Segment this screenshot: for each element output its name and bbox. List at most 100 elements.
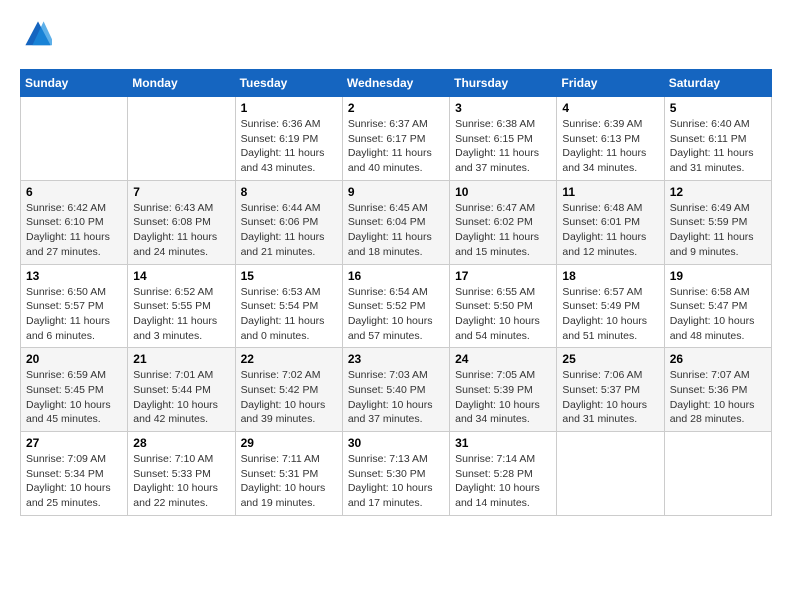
- calendar-cell: 14Sunrise: 6:52 AMSunset: 5:55 PMDayligh…: [128, 264, 235, 348]
- day-info: Sunrise: 6:53 AMSunset: 5:54 PMDaylight:…: [241, 285, 337, 344]
- day-info: Sunrise: 7:01 AMSunset: 5:44 PMDaylight:…: [133, 368, 229, 427]
- day-info: Sunrise: 6:49 AMSunset: 5:59 PMDaylight:…: [670, 201, 766, 260]
- calendar-cell: 6 Sunrise: 6:42 AMSunset: 6:10 PMDaylight…: [21, 180, 128, 264]
- logo-icon: [24, 20, 52, 48]
- day-number: 28: [133, 436, 229, 450]
- day-number: 10: [455, 185, 551, 199]
- day-info: Sunrise: 6:59 AMSunset: 5:45 PMDaylight:…: [26, 368, 122, 427]
- day-info: Sunrise: 6:40 AMSunset: 6:11 PMDaylight:…: [670, 117, 766, 176]
- day-number: 19: [670, 269, 766, 283]
- day-info: Sunrise: 6:47 AMSunset: 6:02 PMDaylight:…: [455, 201, 551, 260]
- weekday-header-wednesday: Wednesday: [342, 70, 449, 97]
- day-info: Sunrise: 7:11 AMSunset: 5:31 PMDaylight:…: [241, 452, 337, 511]
- day-info: Sunrise: 6:54 AMSunset: 5:52 PMDaylight:…: [348, 285, 444, 344]
- day-info: Sunrise: 7:10 AMSunset: 5:33 PMDaylight:…: [133, 452, 229, 511]
- day-info: Sunrise: 6:45 AMSunset: 6:04 PMDaylight:…: [348, 201, 444, 260]
- day-number: 13: [26, 269, 122, 283]
- calendar-cell: 17Sunrise: 6:55 AMSunset: 5:50 PMDayligh…: [450, 264, 557, 348]
- day-number: 23: [348, 352, 444, 366]
- calendar-cell: 26 Sunrise: 7:07 AMSunset: 5:36 PMDayligh…: [664, 348, 771, 432]
- weekday-header-saturday: Saturday: [664, 70, 771, 97]
- page-header: [20, 20, 772, 53]
- calendar-cell: 5 Sunrise: 6:40 AMSunset: 6:11 PMDaylight…: [664, 97, 771, 181]
- day-number: 4: [562, 101, 658, 115]
- day-info: Sunrise: 7:06 AMSunset: 5:37 PMDaylight:…: [562, 368, 658, 427]
- day-info: Sunrise: 6:42 AMSunset: 6:10 PMDaylight:…: [26, 201, 122, 260]
- weekday-header-tuesday: Tuesday: [235, 70, 342, 97]
- day-number: 25: [562, 352, 658, 366]
- day-info: Sunrise: 6:50 AMSunset: 5:57 PMDaylight:…: [26, 285, 122, 344]
- day-number: 29: [241, 436, 337, 450]
- day-number: 24: [455, 352, 551, 366]
- day-number: 9: [348, 185, 444, 199]
- calendar-week-5: 27 Sunrise: 7:09 AMSunset: 5:34 PMDayligh…: [21, 432, 772, 516]
- calendar-cell: 19 Sunrise: 6:58 AMSunset: 5:47 PMDayligh…: [664, 264, 771, 348]
- calendar-cell: 24 Sunrise: 7:05 AMSunset: 5:39 PMDayligh…: [450, 348, 557, 432]
- day-info: Sunrise: 6:36 AMSunset: 6:19 PMDaylight:…: [241, 117, 337, 176]
- day-info: Sunrise: 7:05 AMSunset: 5:39 PMDaylight:…: [455, 368, 551, 427]
- calendar-cell: [128, 97, 235, 181]
- calendar-cell: 1Sunrise: 6:36 AMSunset: 6:19 PMDaylight…: [235, 97, 342, 181]
- day-number: 15: [241, 269, 337, 283]
- calendar-cell: [664, 432, 771, 516]
- calendar-cell: 31 Sunrise: 7:14 AMSunset: 5:28 PMDayligh…: [450, 432, 557, 516]
- calendar-week-3: 13 Sunrise: 6:50 AMSunset: 5:57 PMDayligh…: [21, 264, 772, 348]
- calendar-cell: 28 Sunrise: 7:10 AMSunset: 5:33 PMDayligh…: [128, 432, 235, 516]
- day-info: Sunrise: 7:03 AMSunset: 5:40 PMDaylight:…: [348, 368, 444, 427]
- calendar-cell: 25 Sunrise: 7:06 AMSunset: 5:37 PMDayligh…: [557, 348, 664, 432]
- day-number: 20: [26, 352, 122, 366]
- day-info: Sunrise: 6:39 AMSunset: 6:13 PMDaylight:…: [562, 117, 658, 176]
- day-info: Sunrise: 6:37 AMSunset: 6:17 PMDaylight:…: [348, 117, 444, 176]
- day-info: Sunrise: 7:09 AMSunset: 5:34 PMDaylight:…: [26, 452, 122, 511]
- day-info: Sunrise: 6:52 AMSunset: 5:55 PMDaylight:…: [133, 285, 229, 344]
- day-number: 12: [670, 185, 766, 199]
- day-number: 30: [348, 436, 444, 450]
- day-number: 7: [133, 185, 229, 199]
- day-number: 27: [26, 436, 122, 450]
- calendar-cell: 15 Sunrise: 6:53 AMSunset: 5:54 PMDayligh…: [235, 264, 342, 348]
- day-number: 6: [26, 185, 122, 199]
- day-number: 21: [133, 352, 229, 366]
- day-info: Sunrise: 6:38 AMSunset: 6:15 PMDaylight:…: [455, 117, 551, 176]
- day-number: 26: [670, 352, 766, 366]
- calendar-cell: 12 Sunrise: 6:49 AMSunset: 5:59 PMDayligh…: [664, 180, 771, 264]
- calendar-cell: 11 Sunrise: 6:48 AMSunset: 6:01 PMDayligh…: [557, 180, 664, 264]
- day-info: Sunrise: 7:02 AMSunset: 5:42 PMDaylight:…: [241, 368, 337, 427]
- day-info: Sunrise: 7:14 AMSunset: 5:28 PMDaylight:…: [455, 452, 551, 511]
- calendar-week-4: 20 Sunrise: 6:59 AMSunset: 5:45 PMDayligh…: [21, 348, 772, 432]
- day-info: Sunrise: 6:43 AMSunset: 6:08 PMDaylight:…: [133, 201, 229, 260]
- calendar-cell: 29 Sunrise: 7:11 AMSunset: 5:31 PMDayligh…: [235, 432, 342, 516]
- weekday-header-monday: Monday: [128, 70, 235, 97]
- calendar-cell: 30 Sunrise: 7:13 AMSunset: 5:30 PMDayligh…: [342, 432, 449, 516]
- calendar-cell: 2Sunrise: 6:37 AMSunset: 6:17 PMDaylight…: [342, 97, 449, 181]
- day-info: Sunrise: 6:44 AMSunset: 6:06 PMDaylight:…: [241, 201, 337, 260]
- calendar-week-2: 6 Sunrise: 6:42 AMSunset: 6:10 PMDaylight…: [21, 180, 772, 264]
- calendar-cell: 3 Sunrise: 6:38 AMSunset: 6:15 PMDaylight…: [450, 97, 557, 181]
- calendar-cell: 27 Sunrise: 7:09 AMSunset: 5:34 PMDayligh…: [21, 432, 128, 516]
- calendar-cell: 7 Sunrise: 6:43 AMSunset: 6:08 PMDaylight…: [128, 180, 235, 264]
- calendar-table: SundayMondayTuesdayWednesdayThursdayFrid…: [20, 69, 772, 516]
- day-number: 16: [348, 269, 444, 283]
- day-info: Sunrise: 6:48 AMSunset: 6:01 PMDaylight:…: [562, 201, 658, 260]
- weekday-header-row: SundayMondayTuesdayWednesdayThursdayFrid…: [21, 70, 772, 97]
- calendar-cell: [557, 432, 664, 516]
- day-info: Sunrise: 7:13 AMSunset: 5:30 PMDaylight:…: [348, 452, 444, 511]
- day-info: Sunrise: 6:58 AMSunset: 5:47 PMDaylight:…: [670, 285, 766, 344]
- calendar-cell: 21 Sunrise: 7:01 AMSunset: 5:44 PMDayligh…: [128, 348, 235, 432]
- weekday-header-thursday: Thursday: [450, 70, 557, 97]
- weekday-header-friday: Friday: [557, 70, 664, 97]
- day-number: 5: [670, 101, 766, 115]
- calendar-week-1: 1Sunrise: 6:36 AMSunset: 6:19 PMDaylight…: [21, 97, 772, 181]
- day-number: 3: [455, 101, 551, 115]
- day-number: 22: [241, 352, 337, 366]
- day-info: Sunrise: 6:55 AMSunset: 5:50 PMDaylight:…: [455, 285, 551, 344]
- day-number: 11: [562, 185, 658, 199]
- calendar-cell: 18Sunrise: 6:57 AMSunset: 5:49 PMDayligh…: [557, 264, 664, 348]
- day-info: Sunrise: 7:07 AMSunset: 5:36 PMDaylight:…: [670, 368, 766, 427]
- calendar-cell: 20 Sunrise: 6:59 AMSunset: 5:45 PMDayligh…: [21, 348, 128, 432]
- day-number: 8: [241, 185, 337, 199]
- weekday-header-sunday: Sunday: [21, 70, 128, 97]
- calendar-cell: 4 Sunrise: 6:39 AMSunset: 6:13 PMDaylight…: [557, 97, 664, 181]
- day-number: 31: [455, 436, 551, 450]
- calendar-cell: 16 Sunrise: 6:54 AMSunset: 5:52 PMDayligh…: [342, 264, 449, 348]
